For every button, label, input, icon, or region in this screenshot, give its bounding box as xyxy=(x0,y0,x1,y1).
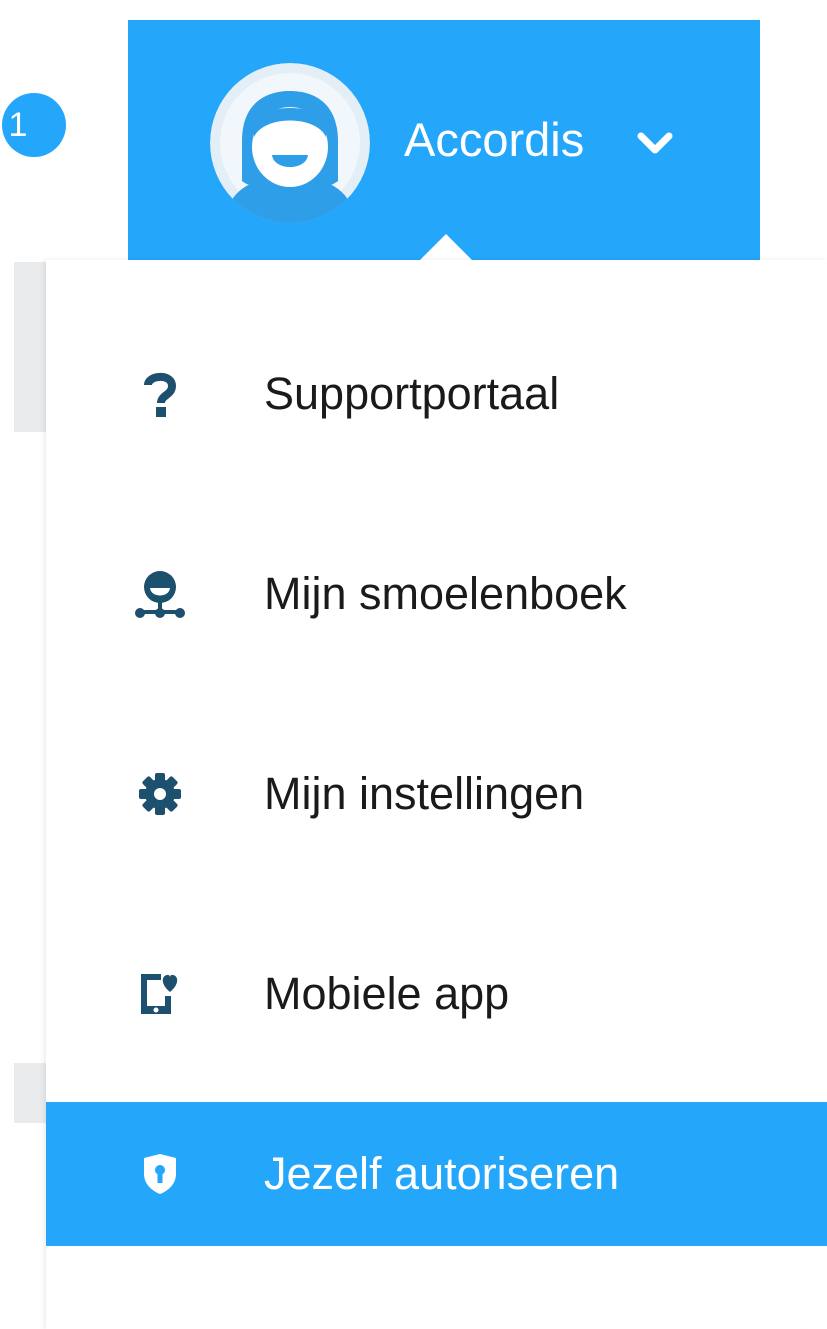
avatar-person-icon xyxy=(210,63,370,223)
menu-item-label: Mijn smoelenboek xyxy=(264,568,627,619)
avatar xyxy=(210,63,370,223)
menu-item-jezelf-autoriseren[interactable]: Jezelf autoriseren xyxy=(46,1102,827,1246)
menu-item-mijn-instellingen[interactable]: Mijn instellingen xyxy=(46,722,827,866)
user-name: Accordis xyxy=(404,113,585,166)
notification-count: 1 xyxy=(8,106,28,144)
org-chart-person-icon xyxy=(132,566,188,622)
notification-badge[interactable]: 1 xyxy=(2,93,66,157)
user-menu-toggle[interactable]: Accordis xyxy=(128,20,760,260)
dropdown-pointer xyxy=(418,234,474,262)
menu-item-mobiele-app[interactable]: Mobiele app xyxy=(46,922,827,1066)
app-frame: 1 Accordis Supportportaal Mijn smoelenbo… xyxy=(0,0,827,1329)
menu-item-label: Supportportaal xyxy=(264,368,560,419)
user-dropdown-menu: Supportportaal Mijn smoelenboek Mijn ins… xyxy=(46,260,827,1329)
menu-item-supportportaal[interactable]: Supportportaal xyxy=(46,322,827,466)
menu-item-label: Mobiele app xyxy=(264,968,510,1019)
background-panel xyxy=(14,1063,46,1123)
menu-item-mijn-smoelenboek[interactable]: Mijn smoelenboek xyxy=(46,522,827,666)
background-panel xyxy=(14,262,46,432)
mobile-heart-icon xyxy=(132,966,188,1022)
topbar-left: 1 xyxy=(0,20,128,260)
menu-item-label: Jezelf autoriseren xyxy=(264,1148,620,1199)
menu-item-label: Mijn instellingen xyxy=(264,768,585,819)
question-icon xyxy=(132,366,188,422)
chevron-down-icon xyxy=(637,132,673,154)
shield-lock-icon xyxy=(132,1146,188,1202)
gear-icon xyxy=(132,766,188,822)
